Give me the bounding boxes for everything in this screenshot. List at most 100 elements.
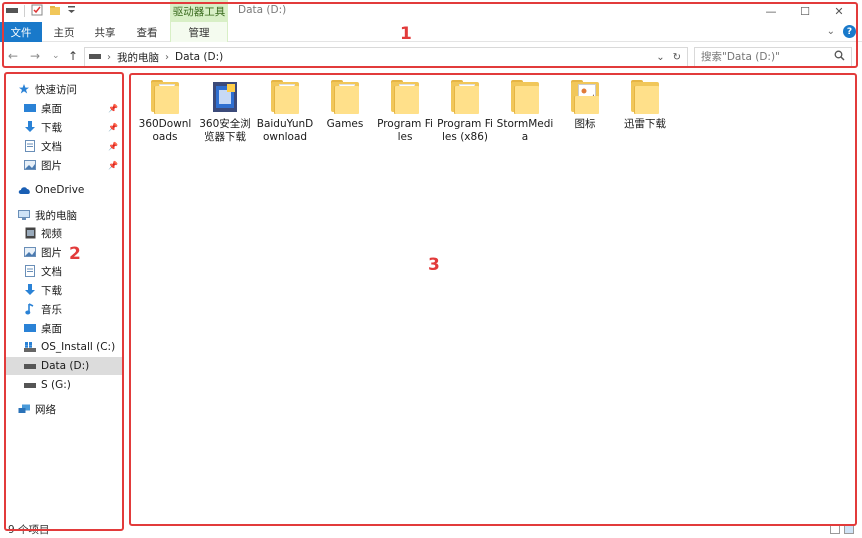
nav-label: OS_Install (C:)	[41, 341, 116, 353]
download-arrow-icon	[24, 284, 36, 296]
tab-manage[interactable]: 管理	[170, 22, 228, 42]
folder-icon	[509, 80, 541, 114]
desktop-icon	[24, 322, 36, 334]
special-folder-icon	[209, 80, 241, 114]
document-icon	[24, 265, 36, 277]
nav-label: 桌面	[41, 322, 62, 335]
nav-label: 快速访问	[35, 83, 77, 96]
file-item[interactable]: BaiduYunDownload	[256, 80, 314, 144]
minimize-button[interactable]: —	[754, 0, 788, 22]
drive-icon[interactable]	[6, 5, 18, 18]
nav-quick-access[interactable]: 快速访问	[6, 80, 122, 98]
folder-icon	[449, 80, 481, 114]
nav-onedrive[interactable]: OneDrive	[6, 181, 122, 199]
back-button[interactable]: ←	[8, 49, 18, 63]
nav-label: 桌面	[41, 102, 62, 115]
nav-drive-d[interactable]: Data (D:)	[6, 357, 122, 375]
file-item[interactable]: Program Files	[376, 80, 434, 144]
nav-drive-g[interactable]: S (G:)	[6, 376, 122, 394]
folder-icon	[329, 80, 361, 114]
qat-dropdown-icon[interactable]	[67, 5, 76, 18]
computer-icon	[18, 209, 30, 221]
maximize-button[interactable]: ☐	[788, 0, 822, 22]
drive-icon	[24, 360, 36, 372]
properties-icon[interactable]	[31, 4, 43, 19]
tab-share[interactable]: 共享	[84, 22, 126, 42]
cloud-icon	[18, 184, 30, 196]
nav-label: 网络	[35, 403, 56, 416]
large-icons-view-icon[interactable]	[844, 524, 854, 534]
recent-locations-button[interactable]: ⌄	[52, 51, 60, 61]
file-list-pane[interactable]: 360Downloads 360安全浏览器下载 BaiduYunDownload…	[132, 76, 854, 524]
pin-icon: 📌	[108, 141, 118, 151]
folder-icon	[629, 80, 661, 114]
window-title: Data (D:)	[238, 4, 287, 16]
file-name: StormMedia	[496, 118, 554, 143]
drive-tools-context-header: 驱动器工具	[170, 0, 228, 22]
folder-icon	[149, 80, 181, 114]
tab-home[interactable]: 主页	[44, 22, 84, 42]
file-item[interactable]: StormMedia	[496, 80, 554, 144]
quick-access-toolbar	[6, 4, 76, 18]
status-item-count: 9 个项目	[8, 524, 50, 536]
search-box[interactable]	[694, 47, 852, 67]
picture-icon	[24, 159, 36, 171]
nav-label: 文档	[41, 265, 62, 278]
nav-label: 我的电脑	[35, 209, 77, 222]
ribbon-collapse-icon[interactable]: ⌄	[827, 26, 835, 37]
nav-quick-downloads[interactable]: 下载 📌	[6, 118, 122, 136]
file-item[interactable]: Program Files (x86)	[436, 80, 494, 144]
nav-drive-c[interactable]: OS_Install (C:)	[6, 338, 122, 356]
nav-pc-music[interactable]: 音乐	[6, 300, 122, 318]
breadcrumb-data-d[interactable]: Data (D:)	[175, 51, 223, 63]
tab-view[interactable]: 查看	[126, 22, 168, 42]
file-name: 图标	[574, 118, 596, 130]
pin-icon: 📌	[108, 103, 118, 113]
up-button[interactable]: ↑	[68, 49, 78, 63]
picture-icon	[24, 246, 36, 258]
windows-drive-icon	[24, 341, 36, 353]
file-item[interactable]: Games	[316, 80, 374, 131]
close-button[interactable]: ✕	[822, 0, 856, 22]
file-item[interactable]: 360安全浏览器下载	[196, 80, 254, 144]
new-folder-icon[interactable]	[49, 4, 61, 19]
nav-pc-documents[interactable]: 文档	[6, 262, 122, 280]
search-input[interactable]	[701, 51, 834, 63]
nav-this-pc[interactable]: 我的电脑	[6, 206, 122, 224]
folder-icon	[389, 80, 421, 114]
refresh-icon[interactable]: ↻	[673, 52, 681, 63]
address-row: ← → ⌄ ↑ › 我的电脑 › Data (D:) ⌄ ↻	[0, 44, 862, 70]
nav-network[interactable]: 网络	[6, 400, 122, 418]
help-icon[interactable]: ?	[843, 25, 856, 38]
chevron-right-icon: ›	[165, 51, 169, 63]
forward-button[interactable]: →	[30, 49, 40, 63]
file-item[interactable]: 迅雷下载	[616, 80, 674, 131]
search-icon	[834, 50, 845, 64]
nav-label: 下载	[41, 121, 62, 134]
nav-label: Data (D:)	[41, 360, 90, 372]
file-name: BaiduYunDownload	[256, 118, 314, 143]
annotation-number-2: 2	[69, 244, 81, 264]
nav-pc-pictures[interactable]: 图片	[6, 243, 122, 261]
details-view-icon[interactable]	[830, 524, 840, 534]
file-name: Program Files (x86)	[437, 118, 493, 143]
nav-pc-downloads[interactable]: 下载	[6, 281, 122, 299]
address-dropdown-icon[interactable]: ⌄	[656, 52, 664, 63]
file-name: 360Downloads	[138, 118, 192, 143]
nav-label: S (G:)	[41, 379, 71, 391]
breadcrumb-this-pc[interactable]: 我的电脑	[117, 50, 159, 65]
file-item[interactable]: 图标	[556, 80, 614, 131]
nav-pc-desktop[interactable]: 桌面	[6, 319, 122, 337]
nav-pc-videos[interactable]: 视频	[6, 224, 122, 242]
tab-file[interactable]: 文件	[0, 22, 42, 42]
address-bar[interactable]: › 我的电脑 › Data (D:) ⌄ ↻	[84, 47, 688, 67]
nav-quick-documents[interactable]: 文档 📌	[6, 137, 122, 155]
view-toggle	[830, 524, 854, 534]
file-item[interactable]: 360Downloads	[136, 80, 194, 144]
drive-icon	[24, 379, 36, 391]
desktop-icon	[24, 102, 36, 114]
file-name: 迅雷下载	[624, 118, 666, 130]
nav-quick-pictures[interactable]: 图片 📌	[6, 156, 122, 174]
nav-quick-desktop[interactable]: 桌面 📌	[6, 99, 122, 117]
download-arrow-icon	[24, 121, 36, 133]
